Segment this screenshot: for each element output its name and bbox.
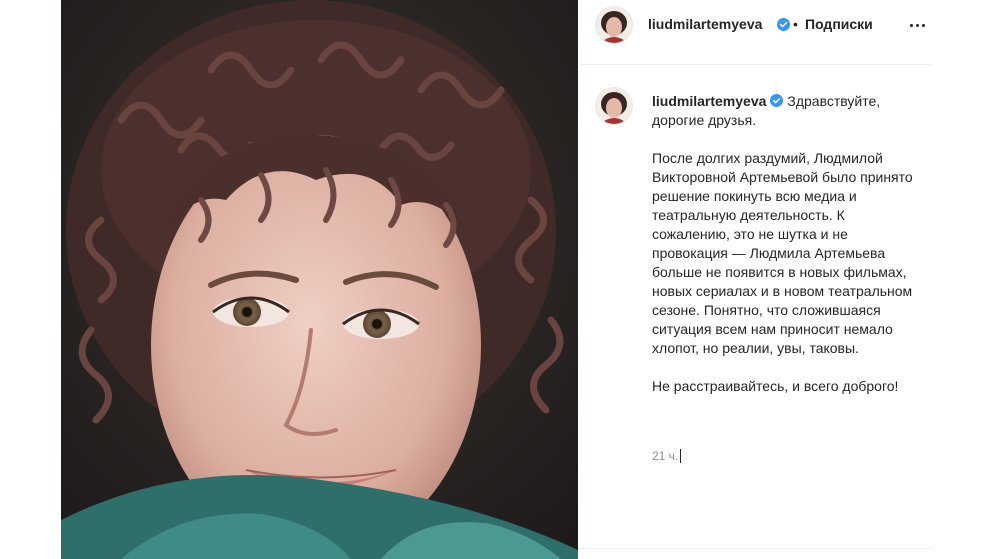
text-cursor xyxy=(680,449,682,463)
portrait-image xyxy=(61,0,578,559)
timestamp-text: 21 ч. xyxy=(652,449,679,463)
panel-divider xyxy=(580,548,932,549)
caption-author-avatar[interactable] xyxy=(596,88,632,124)
caption-closing: Не расстраивайтесь, и всего доброго! xyxy=(652,378,899,394)
header-separator: • xyxy=(793,16,798,32)
verified-badge-icon xyxy=(777,18,790,31)
post-caption: liudmilartemyeva Здравствуйте, дорогие др… xyxy=(652,92,924,396)
author-avatar[interactable] xyxy=(596,7,632,43)
caption-username[interactable]: liudmilartemyeva xyxy=(652,93,766,109)
verified-badge-icon xyxy=(770,94,784,107)
post-header: liudmilartemyeva • Подписки xyxy=(580,0,932,65)
following-button[interactable]: Подписки xyxy=(805,16,873,32)
post-details-panel: liudmilartemyeva • Подписки liudmilartem… xyxy=(580,0,932,559)
post-timestamp[interactable]: 21 ч. xyxy=(652,449,682,463)
more-options-icon[interactable] xyxy=(910,16,930,34)
caption-body: После долгих раздумий, Людмилой Викторов… xyxy=(652,150,917,356)
author-username[interactable]: liudmilartemyeva xyxy=(648,16,762,32)
post-photo[interactable] xyxy=(61,0,578,559)
